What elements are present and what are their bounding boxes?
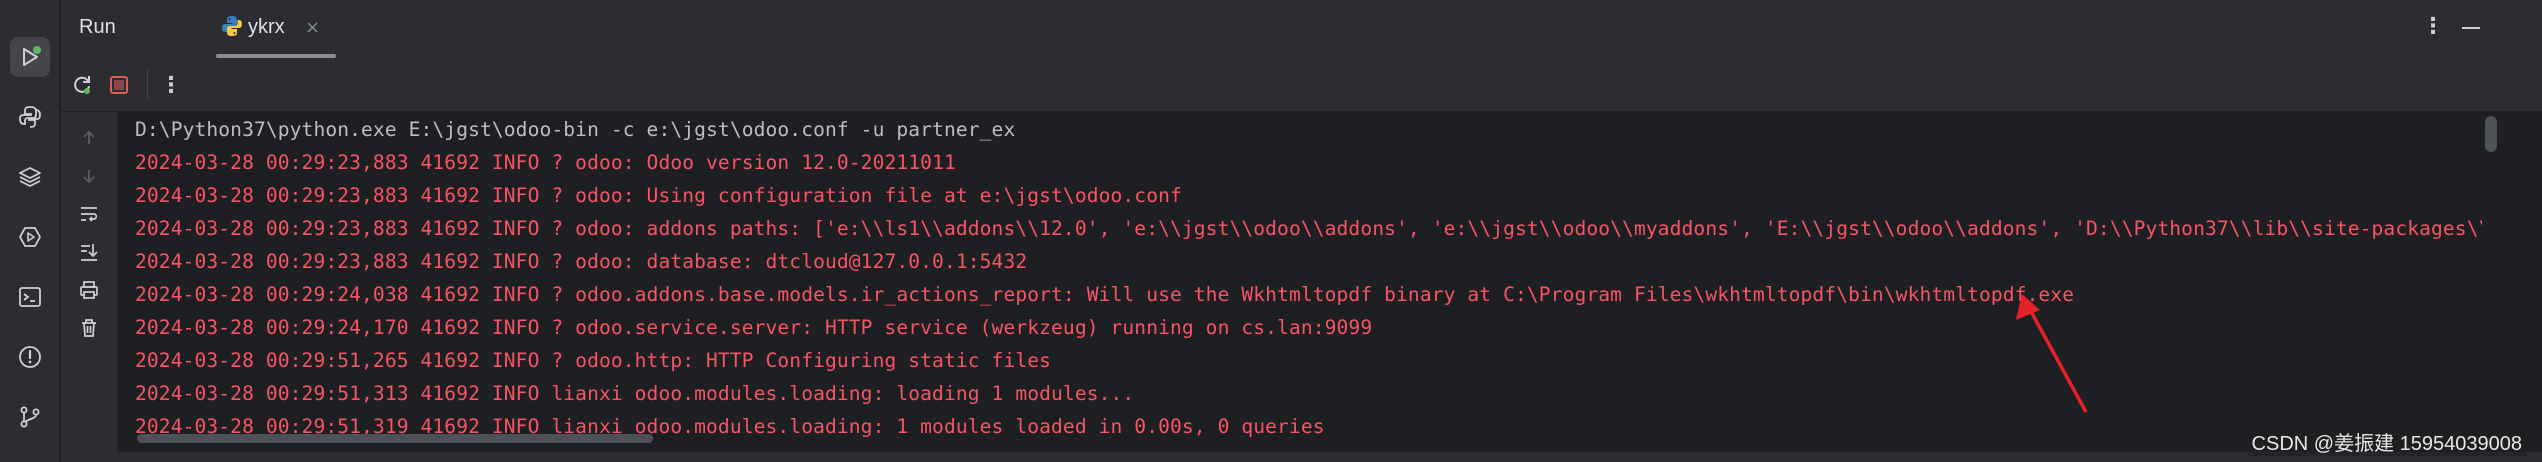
soft-wrap-button[interactable] — [73, 198, 105, 230]
stop-button[interactable] — [102, 68, 136, 102]
toolbar-separator — [147, 70, 148, 100]
horizontal-scrollbar[interactable] — [137, 434, 653, 443]
run-icon — [23, 46, 41, 66]
python-console-tool-button[interactable] — [10, 97, 50, 137]
terminal-icon — [19, 287, 41, 307]
clear-all-button[interactable] — [73, 312, 105, 344]
arrow-down-icon — [83, 170, 95, 184]
vertical-scrollbar[interactable] — [2485, 116, 2497, 152]
layers-tool-button[interactable] — [10, 157, 50, 197]
git-icon — [20, 406, 40, 428]
stop-icon — [110, 76, 128, 94]
console-line: 2024-03-28 00:29:23,883 41692 INFO ? odo… — [135, 250, 1028, 273]
next-occurrence-button[interactable] — [73, 160, 105, 192]
tab-label: ykrx — [248, 16, 285, 38]
close-tab-icon[interactable]: × — [305, 17, 320, 38]
python-console-icon — [19, 106, 41, 128]
more-options-icon[interactable]: ⋮ — [2422, 14, 2444, 39]
problems-tool-button[interactable] — [10, 337, 50, 377]
console-line: 2024-03-28 00:29:23,883 41692 INFO ? odo… — [135, 151, 956, 174]
print-icon — [80, 281, 98, 299]
vertical-scroll-track — [2482, 112, 2542, 452]
activity-bar — [0, 0, 60, 462]
console-line: 2024-03-28 00:29:24,038 41692 INFO ? odo… — [135, 283, 2075, 306]
print-button[interactable] — [73, 274, 105, 306]
more-icon: ⋮ — [160, 72, 182, 98]
console-line: 2024-03-28 00:29:51,265 41692 INFO ? odo… — [135, 349, 1052, 372]
layers-icon — [19, 167, 41, 187]
console-line: 2024-03-28 00:29:23,883 41692 INFO ? odo… — [135, 217, 2482, 240]
console-line: 2024-03-28 00:29:24,170 41692 INFO ? odo… — [135, 316, 1373, 339]
watermark: CSDN @姜振建 15954039008 — [2247, 427, 2526, 456]
scroll-to-end-icon — [81, 244, 98, 261]
more-actions-button[interactable]: ⋮ — [154, 68, 188, 102]
console-side-toolbar — [61, 112, 117, 452]
scroll-to-end-button[interactable] — [73, 236, 105, 268]
rerun-icon — [74, 76, 90, 94]
run-toolbar: ⋮ — [61, 58, 2542, 112]
python-file-icon — [222, 16, 242, 36]
trash-icon — [82, 319, 96, 337]
run-tool-window-header: Run ykrx × ⋮ — [61, 0, 2542, 58]
bottom-strip — [61, 452, 2542, 462]
console-line-command: D:\Python37\python.exe E:\jgst\odoo-bin … — [135, 118, 1016, 141]
run-tool-button[interactable] — [10, 37, 50, 77]
services-tool-button[interactable] — [10, 217, 50, 257]
console-line: 2024-03-28 00:29:51,313 41692 INFO lianx… — [135, 382, 1135, 405]
console-line: 2024-03-28 00:29:23,883 41692 INFO ? odo… — [135, 184, 1182, 207]
terminal-tool-button[interactable] — [10, 277, 50, 317]
tool-window-title: Run — [79, 16, 116, 38]
git-tool-button[interactable] — [10, 397, 50, 437]
soft-wrap-icon — [81, 207, 98, 222]
arrow-up-icon — [83, 130, 95, 144]
annotation-arrow — [2016, 294, 2088, 413]
rerun-button[interactable] — [65, 68, 99, 102]
problems-icon — [19, 346, 41, 368]
tab-ykrx[interactable]: ykrx × — [156, 0, 336, 58]
services-icon — [19, 227, 41, 247]
console-output[interactable]: D:\Python37\python.exe E:\jgst\odoo-bin … — [117, 112, 2482, 452]
minimize-icon[interactable] — [2462, 27, 2480, 29]
previous-occurrence-button[interactable] — [73, 122, 105, 154]
